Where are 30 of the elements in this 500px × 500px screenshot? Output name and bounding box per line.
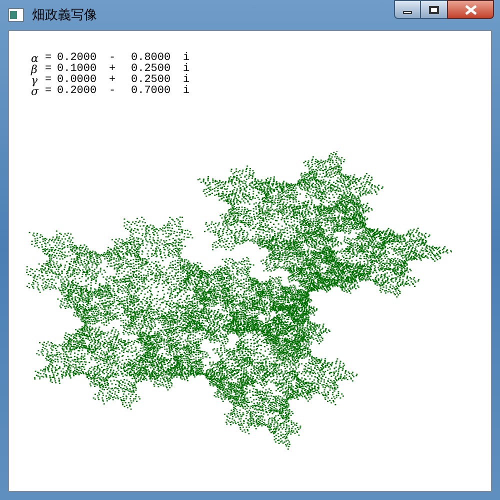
real-part: 0.1000 — [57, 64, 98, 75]
maximize-button[interactable] — [421, 0, 447, 19]
imaginary-unit: i — [183, 53, 191, 64]
operator-sign: - — [109, 53, 117, 64]
real-part: 0.0000 — [57, 75, 98, 86]
minimize-button[interactable] — [394, 0, 421, 19]
operator-sign: - — [109, 86, 117, 97]
close-button[interactable] — [447, 0, 494, 19]
parameter-symbol: σ — [31, 86, 40, 97]
app-icon — [8, 8, 24, 22]
imaginary-unit: i — [183, 86, 191, 97]
imaginary-part: 0.8000 — [131, 53, 172, 64]
equals-sign: = — [45, 64, 53, 75]
imaginary-unit: i — [183, 75, 191, 86]
close-icon — [464, 4, 476, 14]
operator-sign: + — [109, 75, 117, 86]
parameter-symbol: γ — [31, 75, 39, 86]
imaginary-unit: i — [183, 64, 191, 75]
operator-sign: + — [109, 64, 117, 75]
equals-sign: = — [45, 53, 53, 64]
equals-sign: = — [45, 86, 53, 97]
imaginary-part: 0.2500 — [131, 75, 172, 86]
parameter-symbol: α — [31, 53, 40, 64]
real-part: 0.2000 — [57, 53, 98, 64]
imaginary-part: 0.2500 — [131, 64, 172, 75]
window-title: 畑政義写像 — [32, 6, 97, 24]
real-part: 0.2000 — [57, 86, 98, 97]
equals-sign: = — [45, 75, 53, 86]
parameter-symbol: β — [31, 64, 38, 75]
imaginary-part: 0.7000 — [131, 86, 172, 97]
